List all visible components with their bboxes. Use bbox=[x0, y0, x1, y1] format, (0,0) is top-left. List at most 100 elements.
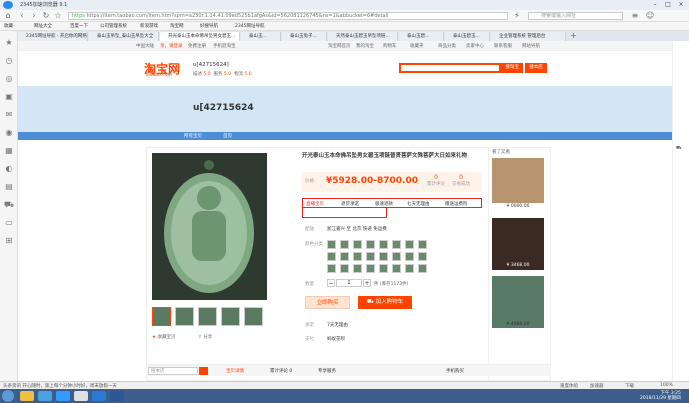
product-main-image[interactable] bbox=[152, 153, 267, 300]
taobao-search-input[interactable] bbox=[399, 63, 501, 73]
nav-mytaobao-link[interactable]: 我的淘宝 bbox=[356, 43, 374, 49]
word-icon[interactable] bbox=[110, 391, 124, 401]
spec-swatch[interactable] bbox=[418, 264, 427, 273]
service-tag[interactable]: 极速退款 bbox=[375, 201, 393, 207]
region-link[interactable]: 中国大陆 bbox=[136, 43, 154, 49]
explorer-icon[interactable] bbox=[20, 391, 34, 401]
fav-item[interactable]: 公司管理系统 bbox=[100, 23, 127, 29]
spec-swatch[interactable] bbox=[366, 240, 375, 249]
tab-detail[interactable]: 宝贝详情 bbox=[226, 368, 244, 374]
nav-home-link[interactable]: 淘宝网首页 bbox=[328, 43, 351, 49]
star-icon[interactable]: ☆ bbox=[53, 11, 63, 21]
spec-swatch[interactable] bbox=[418, 240, 427, 249]
shop-search-icon[interactable] bbox=[199, 367, 208, 375]
nav-seller-link[interactable]: 卖家中心 bbox=[466, 43, 484, 49]
fav-item[interactable]: 收藏 bbox=[4, 23, 13, 29]
browser-tab[interactable]: 泰山玉吊坠_泰山玉吊坠大全 bbox=[89, 32, 159, 41]
close-icon[interactable]: × bbox=[676, 1, 686, 8]
fav-item[interactable]: 淘宝网 bbox=[170, 23, 184, 29]
service-tag[interactable]: 直播宝贝 bbox=[306, 201, 324, 207]
spec-swatch[interactable] bbox=[366, 264, 375, 273]
tab-services[interactable]: 专享服务 bbox=[318, 368, 336, 374]
star-icon[interactable]: ★ bbox=[3, 37, 15, 49]
fav-item[interactable]: 好搜导航 bbox=[200, 23, 218, 29]
spec-swatch[interactable] bbox=[392, 240, 401, 249]
chat-icon[interactable]: ◐ bbox=[3, 163, 15, 175]
spec-swatch[interactable] bbox=[379, 252, 388, 261]
qq-icon[interactable] bbox=[74, 391, 88, 401]
status-zoom[interactable]: 100% bbox=[660, 383, 673, 388]
browser-tab[interactable]: 泰山玉兔子... bbox=[282, 32, 327, 41]
spec-swatch[interactable] bbox=[405, 264, 414, 273]
service-tag[interactable]: 赠送运费险 bbox=[445, 201, 468, 207]
spec-swatch[interactable] bbox=[353, 264, 362, 273]
fav-item[interactable]: 2345网址导航 bbox=[235, 23, 264, 29]
browser-tab[interactable]: 泰山玉碧... bbox=[399, 32, 444, 41]
cart-icon[interactable]: ⛟ bbox=[3, 199, 15, 211]
spec-swatch[interactable] bbox=[379, 240, 388, 249]
user-icon[interactable]: ☺ bbox=[645, 11, 655, 21]
nav-category-link[interactable]: 商品分类 bbox=[438, 43, 456, 49]
maximize-icon[interactable]: □ bbox=[663, 1, 673, 8]
spec-swatch[interactable] bbox=[327, 264, 336, 273]
mobile-buy[interactable]: 手机购买 bbox=[446, 368, 464, 374]
spec-swatch[interactable] bbox=[405, 240, 414, 249]
spec-swatch[interactable] bbox=[353, 240, 362, 249]
browser-tab[interactable]: 企业管理系统 管理后台 bbox=[491, 32, 566, 41]
note-icon[interactable]: ▤ bbox=[3, 181, 15, 193]
recommend-image[interactable] bbox=[492, 158, 544, 203]
search-taobao-button[interactable]: 搜淘宝 bbox=[501, 63, 523, 73]
shop-nav-all[interactable]: 所有宝贝 bbox=[184, 133, 202, 139]
shop-nav-home[interactable]: 首页 bbox=[223, 133, 232, 139]
thumbnail[interactable] bbox=[175, 307, 194, 326]
chat-icon[interactable] bbox=[92, 391, 106, 401]
spec-swatch[interactable] bbox=[340, 264, 349, 273]
browser-search-input[interactable]: 搜索或输入网址 bbox=[528, 12, 623, 20]
refresh-icon[interactable]: ↻ bbox=[41, 11, 51, 21]
start-button[interactable] bbox=[2, 390, 14, 402]
browser-tab[interactable]: 天然泰山玉碧玉吊坠项链... bbox=[328, 32, 398, 41]
qty-decrease[interactable]: − bbox=[327, 279, 335, 287]
spec-swatch[interactable] bbox=[392, 264, 401, 273]
back-icon[interactable]: ‹ bbox=[17, 11, 27, 21]
image-icon[interactable]: ▦ bbox=[3, 145, 15, 157]
url-input[interactable]: https https://item.taobao.com/item.htm?s… bbox=[68, 12, 508, 20]
spec-swatch[interactable] bbox=[353, 252, 362, 261]
spec-swatch[interactable] bbox=[327, 252, 336, 261]
fav-item[interactable]: 百度一下 bbox=[70, 23, 88, 29]
spec-swatch[interactable] bbox=[366, 252, 375, 261]
share-link[interactable]: ⇪ 分享 bbox=[198, 334, 212, 340]
grid-icon[interactable]: ⊞ bbox=[3, 235, 15, 247]
folder-icon[interactable]: ▭ bbox=[3, 217, 15, 229]
spec-swatch[interactable] bbox=[327, 240, 336, 249]
lightning-icon[interactable]: ⚡ bbox=[512, 11, 522, 21]
search-shop-button[interactable]: 搜本店 bbox=[525, 63, 547, 73]
qty-increase[interactable]: + bbox=[363, 279, 371, 287]
browser-tab-active[interactable]: 开光泰山玉本命佛吊坠男女碧玉... bbox=[160, 32, 240, 41]
minimize-icon[interactable]: – bbox=[650, 1, 660, 8]
collect-link[interactable]: ★ 收藏宝贝 bbox=[152, 334, 175, 340]
browser-tab[interactable]: 2345网址导航 - 开启你的网络生活 bbox=[18, 32, 88, 41]
nav-cart-link[interactable]: 购物车 bbox=[383, 43, 397, 49]
fav-item[interactable]: 网址大全 bbox=[34, 23, 52, 29]
shop-name[interactable]: u[42715624] bbox=[193, 62, 229, 68]
browser-tab[interactable]: 泰山玉碧玉... bbox=[445, 32, 490, 41]
nav-service-link[interactable]: 联系客服 bbox=[494, 43, 512, 49]
clock-icon[interactable]: ◷ bbox=[3, 55, 15, 67]
weibo-icon[interactable]: ◉ bbox=[3, 127, 15, 139]
service-tag[interactable]: 退货承诺 bbox=[341, 201, 359, 207]
service-tag[interactable]: 七天无理由 bbox=[407, 201, 430, 207]
spec-swatch[interactable] bbox=[340, 240, 349, 249]
video-icon[interactable]: ▣ bbox=[3, 91, 15, 103]
home-icon[interactable]: ⌂ bbox=[3, 11, 13, 21]
spec-swatch[interactable] bbox=[340, 252, 349, 261]
thumbnail[interactable] bbox=[221, 307, 240, 326]
cart-icon[interactable]: ⛟ bbox=[676, 146, 686, 152]
fav-item[interactable]: 新浪游戏 bbox=[140, 23, 158, 29]
add-to-cart-button[interactable]: ⛟ 加入购物车 bbox=[358, 296, 412, 309]
mail-icon[interactable]: ✉ bbox=[3, 109, 15, 121]
mobile-link[interactable]: 手机逛淘宝 bbox=[213, 43, 236, 49]
recommend-image[interactable] bbox=[492, 276, 544, 328]
nav-sitemap-link[interactable]: 网站导航 bbox=[522, 43, 540, 49]
game-icon[interactable]: ◎ bbox=[3, 73, 15, 85]
